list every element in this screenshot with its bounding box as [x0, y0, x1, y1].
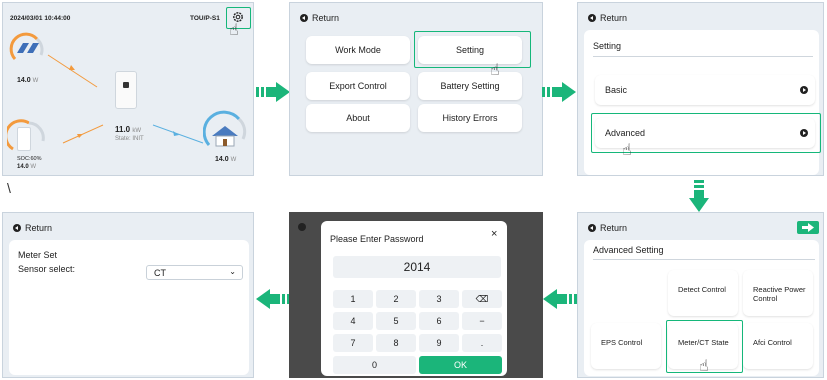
- return-button[interactable]: Return: [588, 13, 627, 23]
- password-panel: Please Enter Password × 2014 1 2 3 ⌫ 4 5…: [289, 212, 543, 378]
- arrow-left-icon: [256, 289, 290, 314]
- next-page-button[interactable]: [797, 221, 819, 234]
- key-9[interactable]: 9: [419, 334, 459, 352]
- basic-item[interactable]: Basic: [595, 75, 815, 105]
- title-divider: [593, 56, 813, 57]
- solar-panel-icon: [15, 39, 41, 60]
- back-arrow-icon: [588, 14, 596, 22]
- work-mode-button[interactable]: Work Mode: [306, 36, 410, 64]
- password-field[interactable]: 2014: [333, 256, 501, 278]
- return-button[interactable]: Return: [588, 223, 627, 233]
- pointer-hand-icon: ☝: [622, 142, 632, 159]
- page-title: Meter Set: [18, 250, 58, 260]
- setting-panel: Return Setting Basic Advanced ☝: [577, 2, 824, 176]
- arrow-left-icon: [543, 289, 577, 314]
- sensor-select-dropdown[interactable]: CT ⌄: [146, 265, 243, 280]
- title-divider: [593, 259, 815, 260]
- battery-soc: SOC:60%: [17, 156, 42, 162]
- battery-setting-button[interactable]: Battery Setting: [418, 72, 522, 100]
- minus-key[interactable]: −: [462, 312, 502, 330]
- meter-set-panel: Return Meter Set Sensor select: CT ⌄: [2, 212, 254, 378]
- pointer-hand-icon: ☝: [699, 358, 709, 375]
- pointer-hand-icon: ☝: [490, 62, 500, 79]
- detect-control-tile[interactable]: Detect Control: [668, 270, 738, 316]
- key-7[interactable]: 7: [333, 334, 373, 352]
- battery-power-value: 14.0 W: [17, 164, 37, 170]
- eps-control-tile[interactable]: EPS Control: [591, 323, 661, 369]
- return-button[interactable]: Return: [13, 223, 52, 233]
- back-arrow-icon: [13, 224, 21, 232]
- key-2[interactable]: 2: [376, 290, 416, 308]
- page-title: Setting: [593, 41, 622, 51]
- key-0[interactable]: 0: [333, 356, 416, 374]
- house-icon: [211, 125, 239, 152]
- dot-key[interactable]: .: [462, 334, 502, 352]
- history-errors-button[interactable]: History Errors: [418, 104, 522, 132]
- pv-power-value: 14.0 W: [17, 77, 39, 84]
- dimmed-return: [298, 223, 306, 231]
- inverter-state: State: INIT: [115, 136, 144, 142]
- inverter-icon: [115, 71, 137, 109]
- arrow-right-icon: [256, 82, 290, 107]
- sensor-select-label: Sensor select:: [18, 264, 76, 274]
- close-icon[interactable]: ×: [491, 228, 497, 240]
- ok-button[interactable]: OK: [419, 356, 502, 374]
- about-button[interactable]: About: [306, 104, 410, 132]
- meter-set-card: [9, 240, 249, 375]
- password-dialog: Please Enter Password × 2014 1 2 3 ⌫ 4 5…: [321, 221, 507, 376]
- key-8[interactable]: 8: [376, 334, 416, 352]
- inverter-power-value: 11.0 kW: [115, 125, 142, 134]
- reactive-power-control-tile[interactable]: Reactive Power Control: [743, 270, 813, 316]
- home-dashboard-panel: 2024/03/01 10:44:00 TOU/P-S1 ☝ 14.0 W 11…: [2, 2, 254, 176]
- export-control-button[interactable]: Export Control: [306, 72, 410, 100]
- menu-panel: Return Work Mode Setting Export Control …: [289, 2, 543, 176]
- battery-icon: [17, 127, 31, 151]
- advanced-setting-panel: Return Advanced Setting Detect Control R…: [577, 212, 824, 378]
- arrow-right-icon: [542, 82, 576, 107]
- key-1[interactable]: 1: [333, 290, 373, 308]
- dialog-title: Please Enter Password: [330, 234, 424, 244]
- key-4[interactable]: 4: [333, 312, 373, 330]
- back-arrow-icon: [300, 14, 308, 22]
- back-arrow-icon: [588, 224, 596, 232]
- page-title: Advanced Setting: [593, 245, 664, 255]
- home-power-value: 14.0 W: [215, 156, 237, 163]
- stray-mark: \: [7, 180, 11, 196]
- afci-control-tile[interactable]: Afci Control: [743, 323, 813, 369]
- chevron-right-icon: [800, 86, 808, 94]
- key-6[interactable]: 6: [419, 312, 459, 330]
- return-button[interactable]: Return: [300, 13, 339, 23]
- backspace-key[interactable]: ⌫: [462, 290, 502, 308]
- key-3[interactable]: 3: [419, 290, 459, 308]
- chevron-down-icon: ⌄: [229, 267, 236, 276]
- key-5[interactable]: 5: [376, 312, 416, 330]
- setting-highlight: [414, 31, 531, 68]
